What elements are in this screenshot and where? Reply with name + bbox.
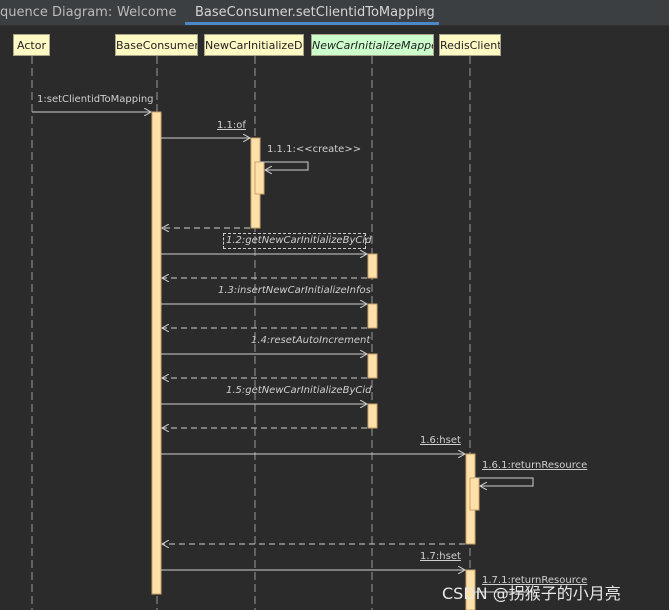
participant-baseconsumer[interactable]: BaseConsumer — [115, 34, 198, 56]
message-label-1[interactable]: 1:setClientidToMapping — [37, 94, 154, 105]
sequence-diagram-canvas[interactable]: Actor BaseConsumer NewCarInitializeDO Ne… — [0, 26, 669, 610]
activation-mapper-4 — [367, 403, 378, 429]
message-label-1-5[interactable]: 1.5:getNewCarInitializeByCid — [226, 385, 371, 396]
participant-newcarinitializemapper[interactable]: NewCarInitializeMapper — [311, 34, 434, 56]
tab-sequence-diagram[interactable]: BaseConsumer.setClientidToMapping — [195, 5, 435, 20]
activation-baseconsumer — [151, 111, 162, 595]
activation-mapper-3 — [367, 353, 378, 379]
activation-newcarinitializedo-create — [254, 161, 265, 195]
activation-mapper-1 — [367, 253, 378, 279]
message-label-1-4[interactable]: 1.4:resetAutoIncrement — [251, 335, 370, 346]
active-tab-indicator — [185, 22, 439, 25]
watermark: CSDN @拐猴子的小月亮 — [442, 584, 621, 603]
editor-tab-bar: quence Diagram: Welcome BaseConsumer.set… — [0, 0, 669, 26]
activation-redisclient-1-inner — [469, 477, 480, 511]
diagram-type-label: quence Diagram: — [0, 5, 113, 20]
message-label-1-3[interactable]: 1.3:insertNewCarInitializeInfos — [218, 285, 371, 296]
message-label-1-6[interactable]: 1.6:hset — [420, 435, 461, 446]
close-tab-icon[interactable]: ✕ — [418, 5, 428, 19]
activation-mapper-2 — [367, 303, 378, 329]
message-label-1-6-1[interactable]: 1.6.1:returnResource — [482, 460, 587, 471]
arrow-msg-1-6-1 — [475, 477, 534, 486]
message-label-1-1[interactable]: 1.1:of — [217, 120, 246, 131]
participant-newcarinitializedo[interactable]: NewCarInitializeDO — [204, 34, 304, 56]
message-label-1-1-1[interactable]: 1.1.1:<<create>> — [267, 144, 361, 155]
message-label-1-2[interactable]: 1.2:getNewCarInitializeByCid — [226, 235, 371, 246]
diagram-graphics — [31, 56, 534, 610]
arrow-msg-1-1-1 — [260, 161, 309, 170]
message-label-1-7[interactable]: 1.7:hset — [420, 551, 461, 562]
participant-actor[interactable]: Actor — [13, 34, 50, 56]
participant-redisclient[interactable]: RedisClient — [439, 34, 501, 56]
tab-welcome[interactable]: Welcome — [117, 5, 176, 20]
